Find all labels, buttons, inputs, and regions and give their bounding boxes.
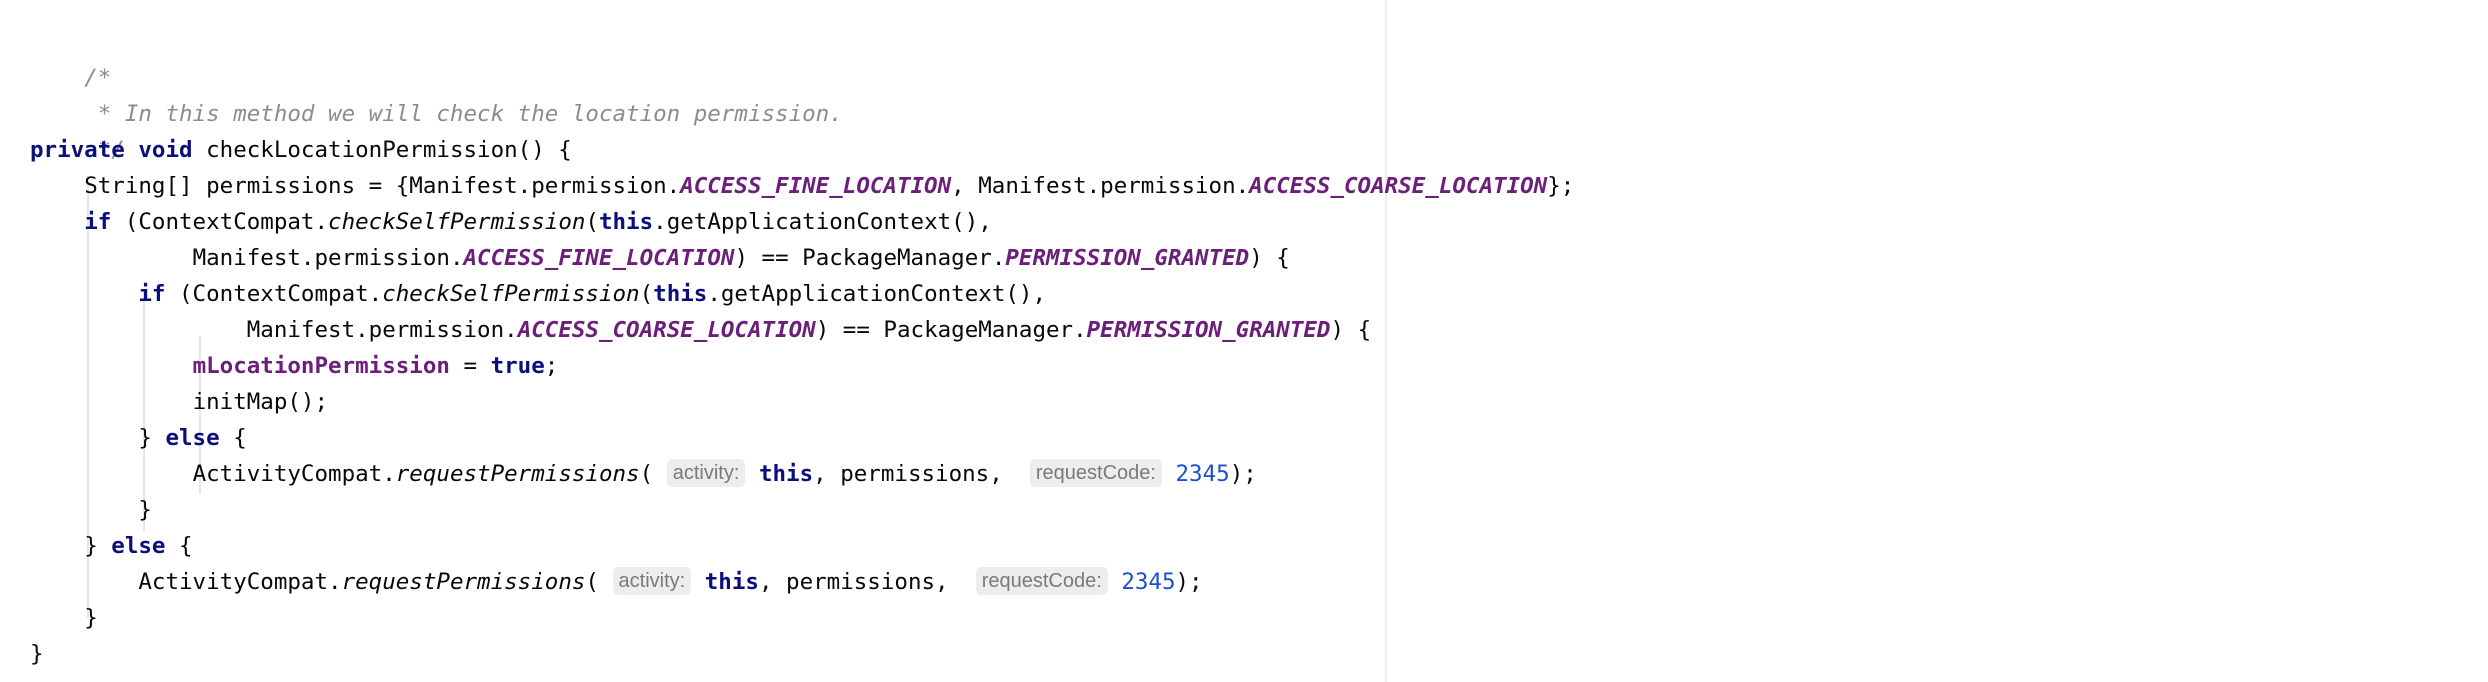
right-margin-guide — [1385, 0, 1387, 682]
outer-else-brace: } — [84, 533, 112, 559]
inner-else-brace: } — [138, 425, 166, 451]
request-code-number: 2345 — [1121, 569, 1176, 595]
close-inner-line: } — [30, 492, 152, 528]
keyword-else: else — [111, 533, 166, 559]
outer-cont-prefix: Manifest.permission. — [192, 245, 464, 271]
outer-request-mid: , permissions, — [758, 569, 963, 595]
inner-request-paren: ( — [639, 461, 654, 487]
permissions-prefix: String[] permissions = {Manifest.permiss… — [84, 173, 681, 199]
constant-fine-location: ACCESS_FINE_LOCATION — [680, 173, 952, 199]
inner-cont-suffix: ) { — [1330, 317, 1372, 343]
constant-coarse-location: ACCESS_COARSE_LOCATION — [1249, 173, 1548, 199]
outer-cont-mid: ) == PackageManager. — [734, 245, 1006, 271]
outer-request-line: ActivityCompat.requestPermissions( activ… — [30, 564, 1203, 600]
method-name: checkLocationPermission() { — [192, 137, 572, 163]
inner-request-line: ActivityCompat.requestPermissions( activ… — [30, 456, 1257, 492]
keyword-void: void — [138, 137, 193, 163]
constant-fine-location: ACCESS_FINE_LOCATION — [463, 245, 735, 271]
assign-operator: = — [449, 353, 491, 379]
close-method-line: } — [30, 636, 44, 672]
inner-if-continuation-line: Manifest.permission.ACCESS_COARSE_LOCATI… — [30, 312, 1371, 348]
keyword-else: else — [165, 425, 220, 451]
inner-request-prefix: ActivityCompat. — [192, 461, 396, 487]
permissions-mid: , Manifest.permission. — [951, 173, 1250, 199]
assign-end: ; — [544, 353, 559, 379]
param-hint-request-code: requestCode: — [1029, 459, 1162, 487]
keyword-private: private — [30, 137, 125, 163]
outer-if-line: if (ContextCompat.checkSelfPermission(th… — [30, 204, 992, 240]
param-hint-request-code: requestCode: — [975, 567, 1108, 595]
inner-if-paren: ( — [639, 281, 654, 307]
closing-brace: } — [30, 641, 44, 667]
outer-request-end: ); — [1175, 569, 1203, 595]
keyword-if: if — [84, 209, 112, 235]
constant-coarse-location: ACCESS_COARSE_LOCATION — [517, 317, 816, 343]
field-location-permission: mLocationPermission — [192, 353, 450, 379]
init-map-line: initMap(); — [30, 384, 328, 420]
inner-request-mid: , permissions, — [813, 461, 1017, 487]
closing-brace: } — [84, 605, 98, 631]
inner-if-open: (ContextCompat. — [165, 281, 383, 307]
constant-permission-granted: PERMISSION_GRANTED — [1086, 317, 1331, 343]
method-check-self-permission: checkSelfPermission — [382, 281, 640, 307]
close-outer-line: } — [30, 600, 98, 636]
param-hint-activity: activity: — [612, 567, 692, 595]
method-request-permissions: requestPermissions — [341, 569, 586, 595]
inner-cont-mid: ) == PackageManager. — [815, 317, 1087, 343]
keyword-true: true — [490, 353, 545, 379]
permissions-suffix: }; — [1547, 173, 1575, 199]
param-hint-activity: activity: — [666, 459, 746, 487]
outer-if-open: (ContextCompat. — [111, 209, 329, 235]
outer-else-open: { — [165, 533, 193, 559]
outer-cont-suffix: ) { — [1249, 245, 1290, 271]
comment-text: * In this method we will check the locat… — [84, 101, 843, 127]
assign-line: mLocationPermission = true; — [30, 348, 559, 384]
comment-open-line: /* — [30, 24, 111, 91]
code-editor[interactable]: /* * In this method we will check the lo… — [0, 0, 2488, 682]
outer-else-line: } else { — [30, 528, 193, 564]
keyword-this: this — [704, 569, 759, 595]
init-map-call: initMap(); — [192, 389, 329, 415]
method-signature-line: private void checkLocationPermission() { — [30, 132, 572, 168]
closing-brace: } — [138, 497, 152, 523]
inner-else-line: } else { — [30, 420, 247, 456]
inner-if-line: if (ContextCompat.checkSelfPermission(th… — [30, 276, 1046, 312]
outer-if-rest: .getApplicationContext(), — [653, 209, 992, 235]
outer-if-paren: ( — [585, 209, 599, 235]
inner-else-open: { — [219, 425, 247, 451]
keyword-this: this — [653, 281, 708, 307]
keyword-this: this — [598, 209, 654, 235]
keyword-if: if — [138, 281, 166, 307]
outer-request-prefix: ActivityCompat. — [138, 569, 342, 595]
permissions-declaration-line: String[] permissions = {Manifest.permiss… — [30, 168, 1574, 204]
inner-if-rest: .getApplicationContext(), — [707, 281, 1046, 307]
request-code-number: 2345 — [1175, 461, 1230, 487]
outer-if-continuation-line: Manifest.permission.ACCESS_FINE_LOCATION… — [30, 240, 1290, 276]
method-request-permissions: requestPermissions — [395, 461, 640, 487]
inner-request-end: ); — [1229, 461, 1257, 487]
comment-close-line: */ — [30, 96, 125, 163]
method-check-self-permission: checkSelfPermission — [328, 209, 586, 235]
constant-permission-granted: PERMISSION_GRANTED — [1005, 245, 1250, 271]
comment-text-line: * In this method we will check the locat… — [30, 60, 843, 127]
inner-cont-prefix: Manifest.permission. — [246, 317, 518, 343]
outer-request-paren: ( — [585, 569, 599, 595]
keyword-this: this — [758, 461, 814, 487]
